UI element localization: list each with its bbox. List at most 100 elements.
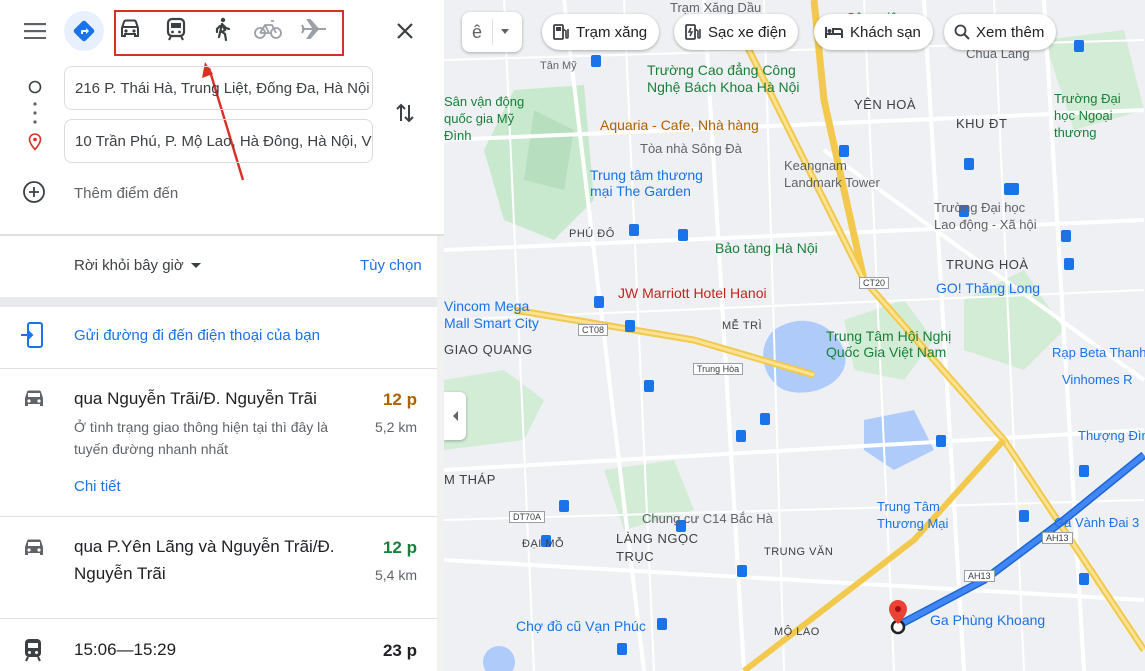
caret-down-icon xyxy=(190,262,201,268)
directions-diamond-icon[interactable] xyxy=(64,11,104,51)
map-label: JW Marriott Hotel Hanoi xyxy=(618,285,767,301)
route-option[interactable]: qua P.Yên Lãng và Nguyễn Trãi/Đ. Nguyễn … xyxy=(0,517,437,618)
map-label: Trường Đại học Lao động - Xã hội xyxy=(934,200,1037,232)
divider xyxy=(0,297,444,307)
hamburger-menu-icon[interactable] xyxy=(18,14,52,48)
chip-label: Sạc xe điện xyxy=(708,23,787,41)
map-label: MỄ TRÌ xyxy=(722,320,763,332)
map-label: YÊN HOÀ xyxy=(854,97,917,112)
walking-icon xyxy=(212,17,232,46)
destination-input[interactable]: 10 Trần Phú, P. Mộ Lao, Hà Đông, Hà Nội,… xyxy=(64,119,373,163)
road-tag: AH13 xyxy=(1042,532,1073,544)
add-circle-icon xyxy=(23,181,45,203)
mode-bicycle-button[interactable] xyxy=(251,14,285,48)
map-label: Chung cư C14 Bắc Hà xyxy=(642,511,773,526)
chip-label: Khách sạn xyxy=(850,23,921,41)
mode-car-button[interactable] xyxy=(113,14,147,48)
directions-panel: 216 P. Thái Hà, Trung Liệt, Đống Đa, Hà … xyxy=(0,0,444,671)
map-label: Rạp Beta Thanh xyxy=(1052,345,1145,360)
map-label: Vinhomes R xyxy=(1062,372,1133,387)
map-label: GO! Thăng Long xyxy=(936,280,1041,296)
airplane-icon xyxy=(301,18,327,45)
chip-label: Xem thêm xyxy=(976,23,1045,41)
depart-time-dropdown[interactable]: Rời khỏi bây giờ xyxy=(74,257,202,274)
layer-toggle-button[interactable]: ê xyxy=(462,12,522,52)
chip-label: Trạm xăng xyxy=(576,23,648,41)
map-label: Trung tâm thương mại The Garden xyxy=(590,167,703,199)
origin-input[interactable]: 216 P. Thái Hà, Trung Liệt, Đống Đa, Hà … xyxy=(64,66,373,110)
road-tag: CT08 xyxy=(578,324,609,336)
map-label: Vincom Mega Mall Smart City xyxy=(444,298,539,331)
route-title: qua Nguyễn Trãi/Đ. Nguyễn Trãi xyxy=(74,389,317,408)
depart-label: Rời khỏi bây giờ xyxy=(74,257,184,274)
train-icon xyxy=(165,17,187,46)
map-label: Tòa nhà Sông Đà xyxy=(640,141,742,156)
map-label: Chợ đồ cũ Vạn Phúc xyxy=(516,618,646,634)
map-label: Trường Đại học Ngoại thương xyxy=(1054,91,1121,140)
road-tag: AH13 xyxy=(964,570,995,582)
route-options-link[interactable]: Tùy chọn xyxy=(360,257,422,274)
mode-flight-button[interactable] xyxy=(297,14,331,48)
panel-scrollbar[interactable] xyxy=(437,236,444,671)
road-tag: CT20 xyxy=(859,277,890,289)
route-details-link[interactable]: Chi tiết xyxy=(74,478,121,495)
chip-hotel[interactable]: Khách sạn xyxy=(814,14,933,50)
map-label: Trạm Xăng Dầu xyxy=(670,0,762,15)
bicycle-icon xyxy=(254,18,282,45)
route-title: qua P.Yên Lãng và Nguyễn Trãi/Đ. Nguyễn … xyxy=(74,537,335,583)
map-label: TRUNG HOÀ xyxy=(946,257,1029,272)
route-option[interactable]: 15:06—15:29 23 p xyxy=(0,619,437,671)
map-label: Trung Tâm Hội Nghị Quốc Gia Việt Nam xyxy=(826,328,952,360)
train-icon xyxy=(22,638,44,667)
collapse-panel-button[interactable] xyxy=(444,392,466,440)
chip-ev-charging[interactable]: Sạc xe điện xyxy=(674,14,799,50)
gas-station-icon xyxy=(553,24,569,40)
route-option[interactable]: qua Nguyễn Trãi/Đ. Nguyễn Trãi 12 p 5,2 … xyxy=(0,369,437,516)
map-label: GIAO QUANG xyxy=(444,342,533,357)
send-to-phone-label: Gửi đường đi đến điện thoại của bạn xyxy=(74,327,320,344)
map-label: Sân vận động quốc gia Mỹ Đình xyxy=(444,94,525,143)
road-tag: Trung Hòa xyxy=(693,363,744,375)
send-to-phone-button[interactable]: Gửi đường đi đến điện thoại của bạn xyxy=(20,321,320,349)
destination-pin-icon xyxy=(28,133,42,151)
map-label: MỘ LAO xyxy=(774,626,820,638)
map-label: Keangnam Landmark Tower xyxy=(784,158,880,190)
mode-transit-button[interactable] xyxy=(159,14,193,48)
car-icon xyxy=(22,389,46,414)
chevron-down-icon xyxy=(492,19,516,45)
origin-circle-icon xyxy=(28,80,42,94)
map-label: Ga Phùng Khoang xyxy=(930,612,1046,628)
chevron-left-icon xyxy=(453,411,458,421)
car-icon xyxy=(22,538,46,563)
close-icon[interactable] xyxy=(388,14,422,48)
chip-more[interactable]: Xem thêm xyxy=(944,14,1057,50)
map-label: M THÁP xyxy=(444,472,496,487)
map-label: Tân Mỹ xyxy=(540,60,577,72)
ev-charging-icon xyxy=(685,24,701,40)
map-label: Bảo tàng Hà Nội xyxy=(715,240,818,256)
map-label: ĐẠI MỖ xyxy=(522,538,565,550)
map-label: Trung Tâm Thương Mại xyxy=(877,499,949,531)
route-title: 15:06—15:29 xyxy=(74,640,177,659)
mode-walk-button[interactable] xyxy=(205,14,239,48)
route-dots-icon xyxy=(33,102,37,124)
divider xyxy=(0,234,444,236)
road-tag: DT70A xyxy=(509,511,546,523)
map-label: Thượng Đình xyxy=(1078,428,1145,443)
chip-gas-station[interactable]: Trạm xăng xyxy=(542,14,660,50)
add-destination-label: Thêm điểm đến xyxy=(74,185,179,202)
map-label: Trường Cao đẳng Công Nghệ Bách Khoa Hà N… xyxy=(647,62,800,95)
map-canvas[interactable]: CT20 CT08 Trung Hòa DT70A AH13 AH13 Trạm… xyxy=(444,0,1145,671)
map-label: Aquaria - Cafe, Nhà hàng xyxy=(600,117,759,133)
layer-glyph: ê xyxy=(471,21,482,42)
route-time: 12 p xyxy=(382,390,417,409)
route-description: Ở tình trạng giao thông hiện tại thì đây… xyxy=(74,419,329,457)
route-distance: 5,4 km xyxy=(374,567,417,583)
add-destination-button[interactable]: Thêm điểm đến xyxy=(22,180,178,204)
route-distance: 5,2 km xyxy=(374,419,417,435)
map-label: LÀNG NGỌC TRỤC xyxy=(616,531,699,564)
map-label: KHU ĐT xyxy=(956,116,1008,131)
route-time: 23 p xyxy=(382,641,417,660)
search-icon xyxy=(954,24,970,40)
swap-icon[interactable] xyxy=(390,98,420,128)
